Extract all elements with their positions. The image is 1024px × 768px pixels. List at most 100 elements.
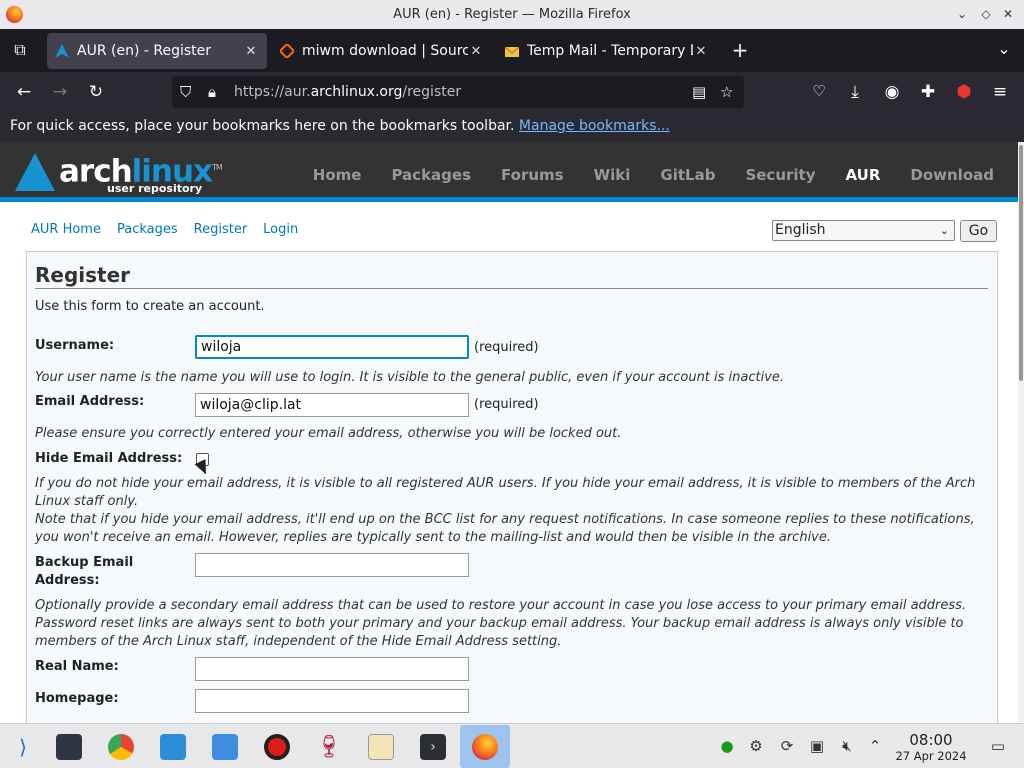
nav-gitlab[interactable]: GitLab	[660, 166, 715, 184]
tab-label: Temp Mail - Temporary Disposable Email	[527, 43, 693, 59]
username-required: (required)	[474, 340, 539, 355]
page-title: Register	[35, 263, 131, 287]
clock-date: 27 Apr 2024	[895, 749, 967, 763]
volume-muted-icon[interactable]: 🔇︎	[837, 737, 857, 755]
backup-help-1: Optionally provide a secondary email add…	[35, 598, 967, 613]
logo-trademark: TM	[212, 163, 223, 172]
downloads-icon[interactable]: ⤓	[843, 82, 867, 102]
reload-icon[interactable]: ↻	[84, 82, 108, 102]
email-required: (required)	[474, 397, 539, 412]
nav-wiki[interactable]: Wiki	[594, 166, 631, 184]
menu-icon[interactable]: ≡	[988, 82, 1012, 102]
nav-security[interactable]: Security	[745, 166, 815, 184]
nav-forums[interactable]: Forums	[501, 166, 564, 184]
extensions-icon[interactable]: ✚	[916, 82, 940, 102]
url-path: /register	[402, 84, 462, 100]
title-divider	[35, 288, 988, 289]
subnav-aur-home[interactable]: AUR Home	[31, 222, 101, 237]
nav-packages[interactable]: Packages	[391, 166, 471, 184]
hide-email-help-2a: Note that if you hide your email address…	[35, 512, 975, 527]
homepage-input[interactable]	[195, 689, 469, 713]
backup-email-input[interactable]	[195, 553, 469, 577]
minimize-icon[interactable]: ⌄	[954, 6, 970, 22]
new-tab-icon[interactable]: +	[729, 38, 751, 62]
clipboard-icon[interactable]: ▣	[807, 737, 827, 755]
update-icon[interactable]: ⟳	[777, 737, 797, 755]
firefox-taskbar-icon[interactable]	[460, 725, 510, 768]
backup-email-label-2: Address:	[35, 573, 100, 588]
close-tab-icon[interactable]: ✕	[693, 44, 709, 59]
tab-sourceforge[interactable]: miwm download | SourceForge ✕	[272, 33, 492, 69]
scrollbar-thumb[interactable]	[1019, 145, 1023, 381]
taskbar-clock[interactable]: 08:00 27 Apr 2024	[893, 731, 969, 763]
account-icon[interactable]: ◉	[880, 82, 904, 102]
tab-tempmail[interactable]: Temp Mail - Temporary Disposable Email ✕	[497, 33, 717, 69]
email-label: Email Address:	[35, 394, 145, 409]
hide-email-label: Hide Email Address:	[35, 451, 183, 466]
tab-label: miwm download | SourceForge	[302, 43, 468, 59]
tray-expand-icon[interactable]: ⌃	[865, 737, 885, 755]
terminal-icon[interactable]: ›	[416, 730, 450, 764]
store-app-icon[interactable]	[156, 730, 190, 764]
register-box	[26, 251, 998, 731]
subnav-packages[interactable]: Packages	[117, 222, 178, 237]
tab-overview-icon[interactable]: ⧉	[9, 40, 31, 60]
tab-aur-register[interactable]: AUR (en) - Register ✕	[47, 33, 267, 69]
language-select[interactable]: English ⌄	[772, 220, 955, 241]
lock-icon[interactable]: 🔒︎	[208, 83, 216, 101]
backup-email-label-1: Backup Email	[35, 555, 134, 570]
wine-icon[interactable]: 🍷︎	[312, 730, 346, 764]
clock-time: 08:00	[909, 731, 953, 749]
screen-recorder-icon[interactable]	[260, 730, 294, 764]
shield-icon[interactable]: ⛉	[180, 83, 191, 101]
subnav-login[interactable]: Login	[263, 222, 298, 237]
bookmark-star-icon[interactable]: ☆	[720, 83, 733, 101]
nav-home[interactable]: Home	[313, 166, 362, 184]
chrome-icon[interactable]	[104, 730, 138, 764]
show-desktop-icon[interactable]: ▭	[988, 737, 1008, 755]
tempmail-favicon-icon	[505, 46, 519, 57]
pocket-icon[interactable]: ♡	[807, 82, 831, 100]
file-manager-icon[interactable]	[208, 730, 242, 764]
status-indicator-icon[interactable]: ●	[717, 737, 737, 755]
manage-bookmarks-link[interactable]: Manage bookmarks...	[519, 118, 670, 134]
close-tab-icon[interactable]: ✕	[468, 44, 484, 59]
email-input[interactable]: wiloja@clip.lat	[195, 393, 469, 417]
page-scrollbar[interactable]	[1018, 142, 1024, 722]
url-prefix: https://aur.	[234, 84, 311, 100]
reader-view-icon[interactable]: ▤	[692, 83, 706, 101]
language-go-button[interactable]: Go	[960, 220, 997, 242]
language-selected: English	[775, 222, 826, 238]
aur-subnav: AUR Home Packages Register Login	[31, 222, 298, 237]
backup-help-2: Password reset links are always sent to …	[35, 616, 964, 631]
url-domain: archlinux.org	[310, 84, 403, 100]
email-help: Please ensure you correctly entered your…	[35, 426, 622, 441]
ublock-icon[interactable]: ⬢	[952, 82, 976, 102]
forward-icon[interactable]: →	[48, 82, 72, 102]
chevron-down-icon: ⌄	[939, 224, 949, 237]
tab-label: AUR (en) - Register	[77, 43, 212, 59]
maximize-icon[interactable]: ◇	[978, 6, 994, 22]
nav-aur[interactable]: AUR	[846, 166, 881, 184]
bookmarks-toolbar: For quick access, place your bookmarks h…	[0, 112, 1024, 142]
archlinux-logo[interactable]: archlinuxTM user repository	[15, 153, 223, 195]
realname-input[interactable]	[195, 657, 469, 681]
arch-main-nav: Home Packages Forums Wiki GitLab Securit…	[283, 166, 994, 184]
window-title: AUR (en) - Register — Mozilla Firefox	[393, 7, 631, 22]
list-tabs-icon[interactable]: ⌄	[993, 39, 1015, 58]
username-input[interactable]: wiloja	[195, 335, 469, 359]
close-window-icon[interactable]: ✕	[1000, 6, 1016, 22]
hide-email-help-1b: Linux staff only.	[35, 494, 139, 509]
username-label: Username:	[35, 338, 115, 353]
nav-download[interactable]: Download	[910, 166, 994, 184]
text-editor-icon[interactable]	[364, 730, 398, 764]
settings-app-icon[interactable]	[52, 730, 86, 764]
close-tab-icon[interactable]: ✕	[243, 44, 259, 59]
url-bar[interactable]: ⛉ 🔒︎ https://aur. archlinux.org/register …	[172, 76, 744, 108]
network-icon[interactable]: ⚙	[746, 737, 766, 755]
subnav-register[interactable]: Register	[194, 222, 248, 237]
username-help: Your user name is the name you will use …	[35, 370, 785, 385]
app-launcher-icon[interactable]: ⟩	[6, 730, 40, 764]
back-icon[interactable]: ←	[12, 82, 36, 102]
logo-subtitle: user repository	[107, 182, 203, 195]
